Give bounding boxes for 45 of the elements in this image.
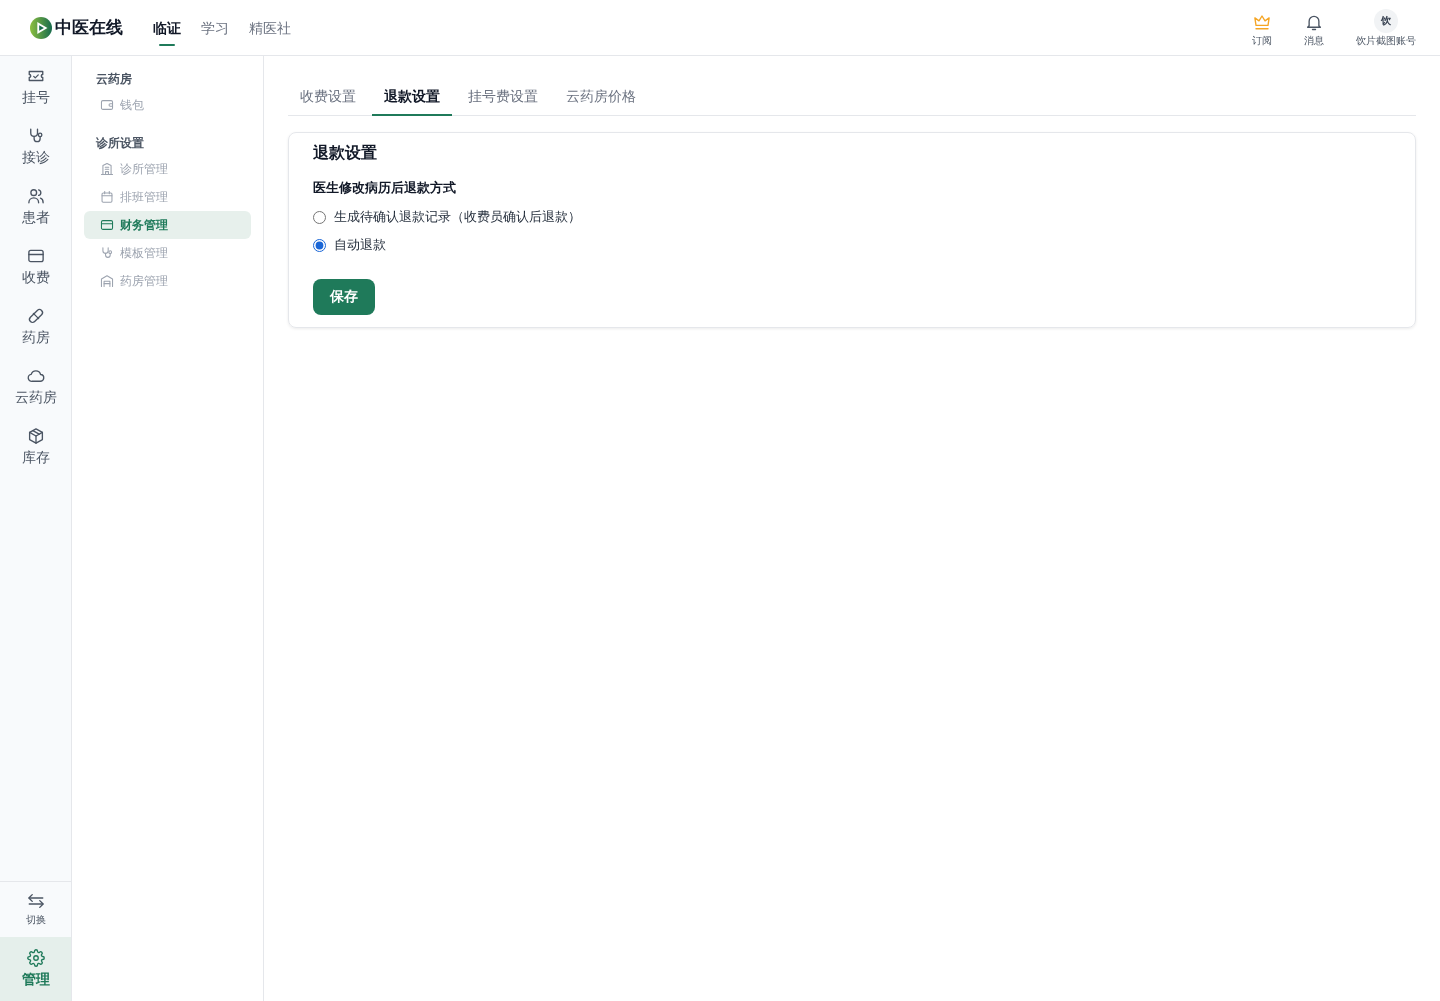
card-title: 退款设置 [313,144,377,162]
account-button[interactable]: 饮 饮片截图账号 [1356,0,1416,50]
nav-tab[interactable]: 精医社 [249,0,291,56]
subscribe-button[interactable]: 订阅 [1242,0,1282,50]
logo-text: 中医在线 [55,16,123,39]
calendar-icon [100,190,114,204]
radio-button[interactable] [313,238,326,252]
option-label[interactable]: 自动退款 [334,236,386,254]
option-label[interactable]: 生成待确认退款记录（收费员确认后退款） [334,208,581,226]
tab[interactable]: 退款设置 [372,80,452,116]
rail-nav-item[interactable]: 收费 [0,237,71,297]
rail-nav-item[interactable]: 云药房 [0,357,71,417]
card-icon [100,218,114,232]
swap-icon [26,892,45,910]
sidebar-item[interactable]: 财务管理 [84,211,251,239]
rail-nav-item[interactable]: 挂号 [0,57,71,117]
nav-tab[interactable]: 临证 [153,0,181,56]
field-label: 医生修改病历后退款方式 [313,179,456,197]
warehouse-icon [100,274,114,288]
box-icon [26,427,45,445]
tab[interactable]: 挂号费设置 [456,80,550,116]
switch-button[interactable]: 切换 [0,882,71,937]
cloud-icon [26,367,45,385]
stethoscope-icon [100,246,114,260]
pill-icon [26,307,45,325]
tab[interactable]: 云药房价格 [554,80,648,116]
rail-nav-item[interactable]: 管理 [0,937,71,1001]
section-title: 诊所设置 [95,135,145,152]
rail-nav-item[interactable]: 药房 [0,297,71,357]
messages-button[interactable]: 消息 [1294,0,1334,50]
building-icon [100,162,114,176]
logo-icon [30,16,52,39]
rail-nav-item[interactable]: 库存 [0,417,71,477]
tab[interactable]: 收费设置 [288,80,368,116]
radio-button[interactable] [313,210,326,224]
rail-nav-item[interactable]: 患者 [0,177,71,237]
wallet-icon [100,98,114,112]
nav-tab[interactable]: 学习 [201,0,229,56]
save-button[interactable]: 保存 [313,279,375,315]
card-icon [26,247,45,265]
section-title: 云药房 [95,71,133,88]
people-icon [26,187,45,205]
rail-nav-item[interactable]: 接诊 [0,117,71,177]
settings-icon [26,949,45,967]
avatar: 饮 [1374,8,1398,33]
